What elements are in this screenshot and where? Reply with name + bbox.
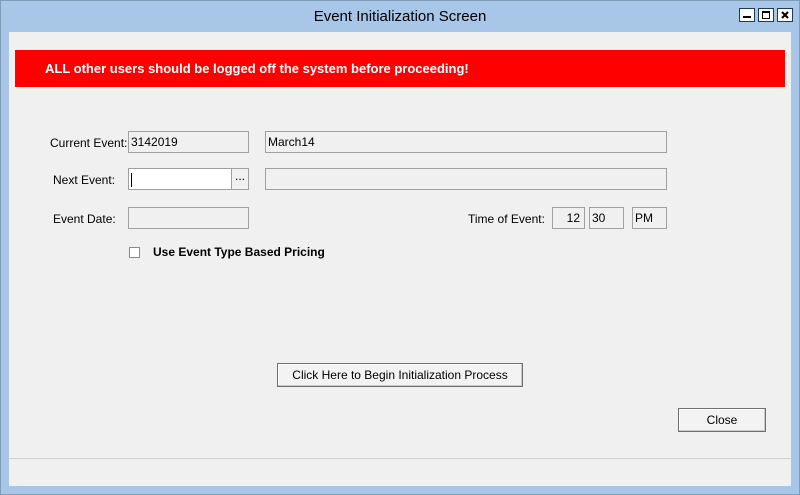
form-client-area: ALL other users should be logged off the…: [9, 32, 791, 486]
next-event-label: Next Event:: [53, 173, 116, 187]
event-type-pricing-label: Use Event Type Based Pricing: [153, 245, 325, 259]
minimize-button[interactable]: [739, 8, 755, 22]
close-window-button[interactable]: [777, 8, 793, 22]
close-button[interactable]: Close: [678, 408, 766, 432]
maximize-icon: [762, 11, 770, 19]
next-event-code-input[interactable]: [128, 168, 232, 190]
current-event-name-field: March14: [265, 131, 667, 153]
window-title: Event Initialization Screen: [313, 8, 487, 25]
current-event-code-field: 3142019: [128, 131, 249, 153]
event-date-label: Event Date:: [53, 212, 116, 226]
time-minute-field[interactable]: 30: [589, 207, 624, 229]
current-event-label: Current Event:: [50, 136, 128, 150]
next-event-browse-button[interactable]: ...: [231, 168, 249, 190]
time-of-event-label: Time of Event:: [468, 212, 545, 226]
minimize-icon: [743, 16, 751, 18]
event-type-pricing-checkbox[interactable]: [129, 247, 140, 258]
time-hour-field[interactable]: 12: [552, 207, 585, 229]
event-initialization-window: Event Initialization Screen ALL other us…: [0, 0, 800, 495]
footer-divider: [9, 458, 791, 459]
maximize-button[interactable]: [758, 8, 774, 22]
event-date-field[interactable]: [128, 207, 249, 229]
time-ampm-field[interactable]: PM: [632, 207, 667, 229]
text-cursor: [131, 172, 132, 187]
title-bar[interactable]: Event Initialization Screen: [1, 1, 799, 32]
next-event-name-field: [265, 168, 667, 190]
begin-initialization-button[interactable]: Click Here to Begin Initialization Proce…: [277, 363, 523, 387]
warning-banner: ALL other users should be logged off the…: [15, 50, 785, 87]
close-icon: [781, 11, 789, 19]
